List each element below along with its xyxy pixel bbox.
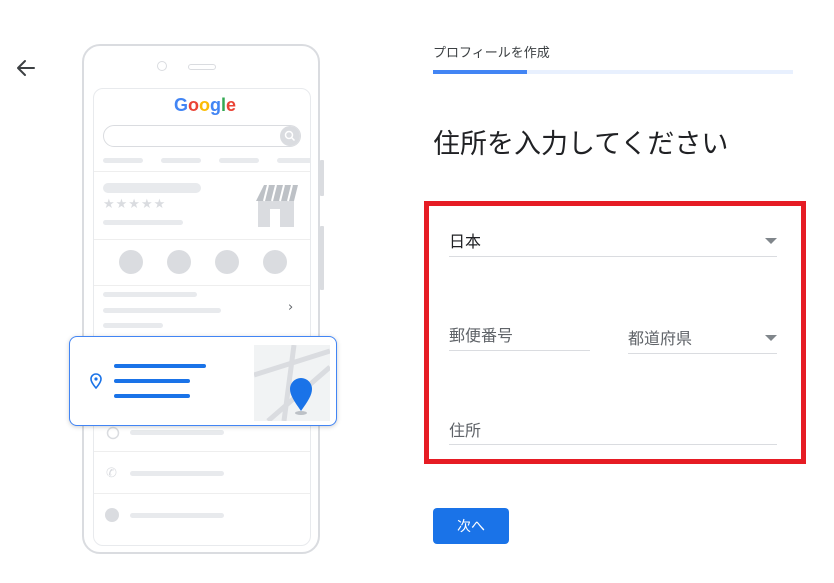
phone-speaker (188, 64, 216, 70)
map-thumbnail (253, 344, 332, 425)
back-button[interactable] (12, 54, 40, 82)
address-placeholder: 住所 (449, 421, 482, 440)
schedule-icon (106, 425, 120, 444)
storefront-icon (254, 183, 300, 233)
arrow-back-icon (17, 60, 35, 76)
location-card-illustration (69, 336, 337, 426)
phone-screen: Google ★★★★★ › ✆ (93, 88, 311, 546)
phone-icon: ✆ (106, 466, 117, 481)
progress-label: プロフィールを作成 (433, 46, 550, 61)
postal-code-field[interactable]: 郵便番号 (449, 312, 590, 352)
page-title: 住所を入力してください (433, 129, 729, 160)
directions-icon (167, 250, 191, 274)
country-value: 日本 (449, 232, 482, 251)
search-bar (103, 125, 301, 147)
google-logo-letter: g (210, 95, 222, 115)
address-field[interactable]: 住所 (449, 407, 777, 447)
bookmark-icon (215, 250, 239, 274)
chevron-right-icon: › (288, 300, 294, 315)
phone-button (320, 226, 324, 290)
phone-camera (157, 61, 167, 71)
dropdown-arrow-icon (765, 238, 777, 244)
globe-icon (263, 250, 287, 274)
progress-bar (433, 70, 793, 74)
call-icon (119, 250, 143, 274)
google-logo-letter: o (188, 95, 200, 115)
prefecture-placeholder: 都道府県 (628, 329, 693, 348)
dropdown-arrow-icon (765, 335, 777, 341)
location-pin-icon (90, 373, 102, 393)
rating-stars: ★★★★★ (103, 197, 167, 212)
google-logo: Google (174, 95, 236, 116)
prefecture-select[interactable]: 都道府県 (628, 315, 777, 355)
google-logo-letter: e (226, 95, 237, 115)
country-select[interactable]: 日本 (449, 218, 777, 258)
progress-bar-fill (433, 70, 527, 74)
search-icon (280, 126, 300, 146)
postal-code-placeholder: 郵便番号 (449, 326, 514, 345)
next-button[interactable]: 次へ (433, 508, 509, 544)
globe-icon (105, 508, 119, 522)
google-logo-letter: o (199, 95, 211, 115)
phone-button (320, 160, 324, 196)
google-logo-letter: G (174, 95, 189, 115)
